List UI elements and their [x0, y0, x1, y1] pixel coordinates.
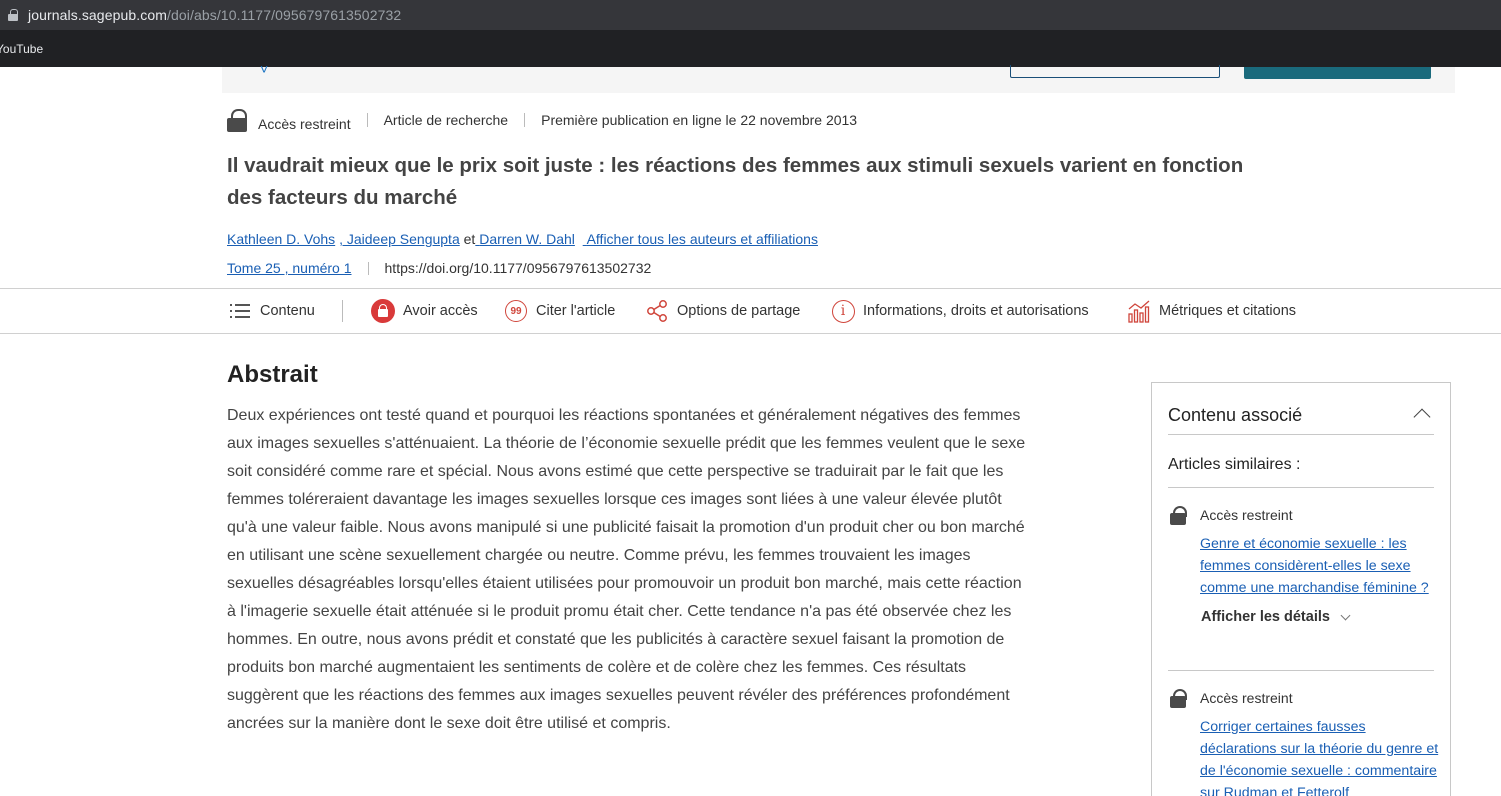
contents-label: Contenu [260, 303, 315, 319]
author-link-vohs[interactable]: Kathleen D. Vohs [227, 231, 335, 247]
share-icon [645, 299, 669, 323]
lock-badge-icon [371, 299, 395, 323]
url-text[interactable]: journals.sagepub.com/doi/abs/10.1177/095… [28, 7, 401, 23]
header-solid-button[interactable] [1244, 67, 1431, 79]
related-article-link[interactable]: Genre et économie sexuelle : les femmes … [1200, 533, 1440, 599]
cite-label: Citer l'article [536, 303, 616, 319]
article-toolbar: Contenu Avoir accès 99 Citer l'article O… [0, 288, 1501, 334]
authors-conjunction: et [463, 231, 476, 247]
site-header-strip: ˅ [222, 61, 1455, 93]
related-access-label: Accès restreint [1200, 690, 1293, 706]
author-link-dahl[interactable]: Darren W. Dahl [475, 231, 575, 247]
show-details-label: Afficher les détails [1201, 609, 1330, 625]
author-name-dahl: Darren W. Dahl [479, 231, 575, 247]
quote-icon: 99 [504, 299, 528, 323]
related-article: Accès restreint Genre et économie sexuel… [1170, 505, 1440, 625]
related-access-label: Accès restreint [1200, 507, 1293, 523]
share-options-button[interactable]: Options de partage [645, 299, 800, 323]
chevron-up-icon[interactable] [1413, 408, 1431, 426]
related-access: Accès restreint [1170, 688, 1440, 708]
article-meta: Accès restreint Article de recherche Pre… [227, 108, 857, 132]
doi-text[interactable]: https://doi.org/10.1177/0956797613502732 [385, 260, 652, 276]
publication-date: Première publication en ligne le 22 nove… [541, 112, 858, 128]
metrics-button[interactable]: Métriques et citations [1127, 299, 1296, 323]
panel-divider [1168, 434, 1434, 435]
meta-separator [524, 113, 526, 127]
list-icon [228, 299, 252, 323]
address-bar[interactable]: journals.sagepub.com/doi/abs/10.1177/095… [0, 0, 1501, 30]
url-path: /doi/abs/10.1177/0956797613502732 [166, 7, 402, 23]
padlock-icon [227, 108, 247, 132]
related-content-heading: Contenu associé [1168, 405, 1303, 425]
issue-link[interactable]: Tome 25 , numéro 1 [227, 260, 352, 276]
quote-glyph: 99 [505, 300, 527, 322]
url-host: journals.sagepub.com [28, 7, 167, 23]
related-article: Accès restreint Corriger certaines fauss… [1170, 688, 1440, 796]
author-list: Kathleen D. Vohs , Jaideep Sengupta et D… [227, 231, 818, 247]
bar-chart-icon [1127, 299, 1151, 323]
cite-article-button[interactable]: 99 Citer l'article [504, 299, 615, 323]
padlock-icon [1170, 505, 1187, 525]
article-title: Il vaudrait mieux que le prix soit juste… [227, 154, 1244, 209]
similar-articles-label: Articles similaires : [1168, 456, 1301, 473]
get-access-button[interactable]: Avoir accès [371, 299, 478, 323]
all-authors-label: Afficher tous les auteurs et affiliation… [586, 231, 818, 247]
show-details-button[interactable]: Afficher les détails [1201, 609, 1440, 625]
info-label: Informations, droits et autorisations [863, 303, 1089, 319]
panel-divider [1168, 670, 1434, 671]
author-link-sengupta[interactable]: , Jaideep Sengupta [339, 231, 460, 247]
padlock-icon [1170, 688, 1187, 708]
get-access-label: Avoir accès [403, 303, 478, 319]
meta-separator [366, 113, 368, 127]
header-fragment: ˅ [260, 61, 269, 77]
info-rights-button[interactable]: i Informations, droits et autorisations [831, 299, 1089, 323]
issue-line: Tome 25 , numéro 1 https://doi.org/10.11… [227, 260, 651, 276]
info-icon: i [831, 299, 855, 323]
access-status: Accès restreint [258, 116, 351, 132]
chevron-down-icon [1340, 610, 1351, 620]
contents-button[interactable]: Contenu [228, 299, 315, 323]
issue-separator [367, 261, 369, 275]
abstract-heading: Abstrait [227, 361, 318, 388]
metrics-label: Métriques et citations [1159, 303, 1297, 319]
header-outline-button[interactable] [1010, 65, 1220, 78]
article-type: Article de recherche [383, 112, 509, 128]
related-article-link[interactable]: Corriger certaines fausses déclarations … [1200, 716, 1440, 796]
toolbar-separator [342, 300, 343, 322]
share-label: Options de partage [677, 303, 801, 319]
lock-icon [8, 9, 18, 21]
bookmark-youtube[interactable]: YouTube [0, 42, 43, 56]
panel-divider [1168, 487, 1434, 488]
related-content-panel: Contenu associé Articles similaires : Ac… [1151, 382, 1451, 796]
bookmarks-bar: YouTube [0, 30, 1501, 67]
info-glyph: i [831, 299, 855, 323]
all-authors-link[interactable]: Afficher tous les auteurs et affiliation… [583, 231, 818, 247]
related-access: Accès restreint [1170, 505, 1440, 525]
abstract-text: Deux expériences ont testé quand et pour… [227, 407, 1026, 732]
